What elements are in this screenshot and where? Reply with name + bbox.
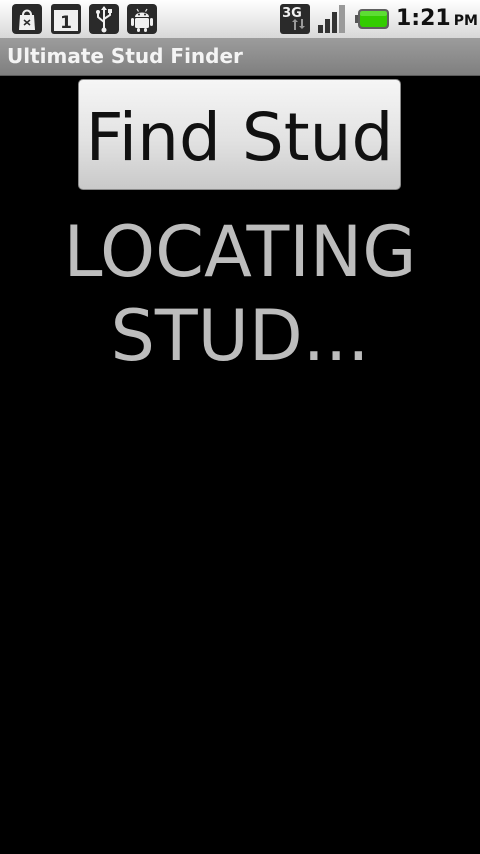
app-title: Ultimate Stud Finder bbox=[7, 44, 243, 68]
signal-bars-icon bbox=[318, 5, 345, 33]
status-bar: 1 3G 1:21 PM bbox=[0, 0, 480, 38]
clock-ampm: PM bbox=[453, 13, 478, 29]
status-clock: 1:21 PM bbox=[396, 5, 478, 35]
find-stud-button[interactable]: Find Stud bbox=[78, 79, 401, 190]
calendar-day: 1 bbox=[60, 13, 72, 33]
locating-status-message: LOCATING STUD... bbox=[63, 211, 417, 377]
clock-time: 1:21 bbox=[396, 6, 451, 31]
screen: 1 3G 1:21 PM Ultimate Stud Finder Find S… bbox=[0, 0, 480, 854]
shopping-bag-icon bbox=[12, 4, 42, 34]
calendar-icon: 1 bbox=[51, 4, 81, 34]
android-debug-icon bbox=[127, 4, 157, 34]
network-3g-icon: 3G bbox=[280, 4, 310, 34]
app-title-bar: Ultimate Stud Finder bbox=[0, 38, 480, 76]
find-stud-button-label: Find Stud bbox=[85, 98, 394, 176]
network-label: 3G bbox=[282, 6, 302, 21]
battery-icon bbox=[355, 9, 389, 29]
usb-icon bbox=[89, 4, 119, 34]
